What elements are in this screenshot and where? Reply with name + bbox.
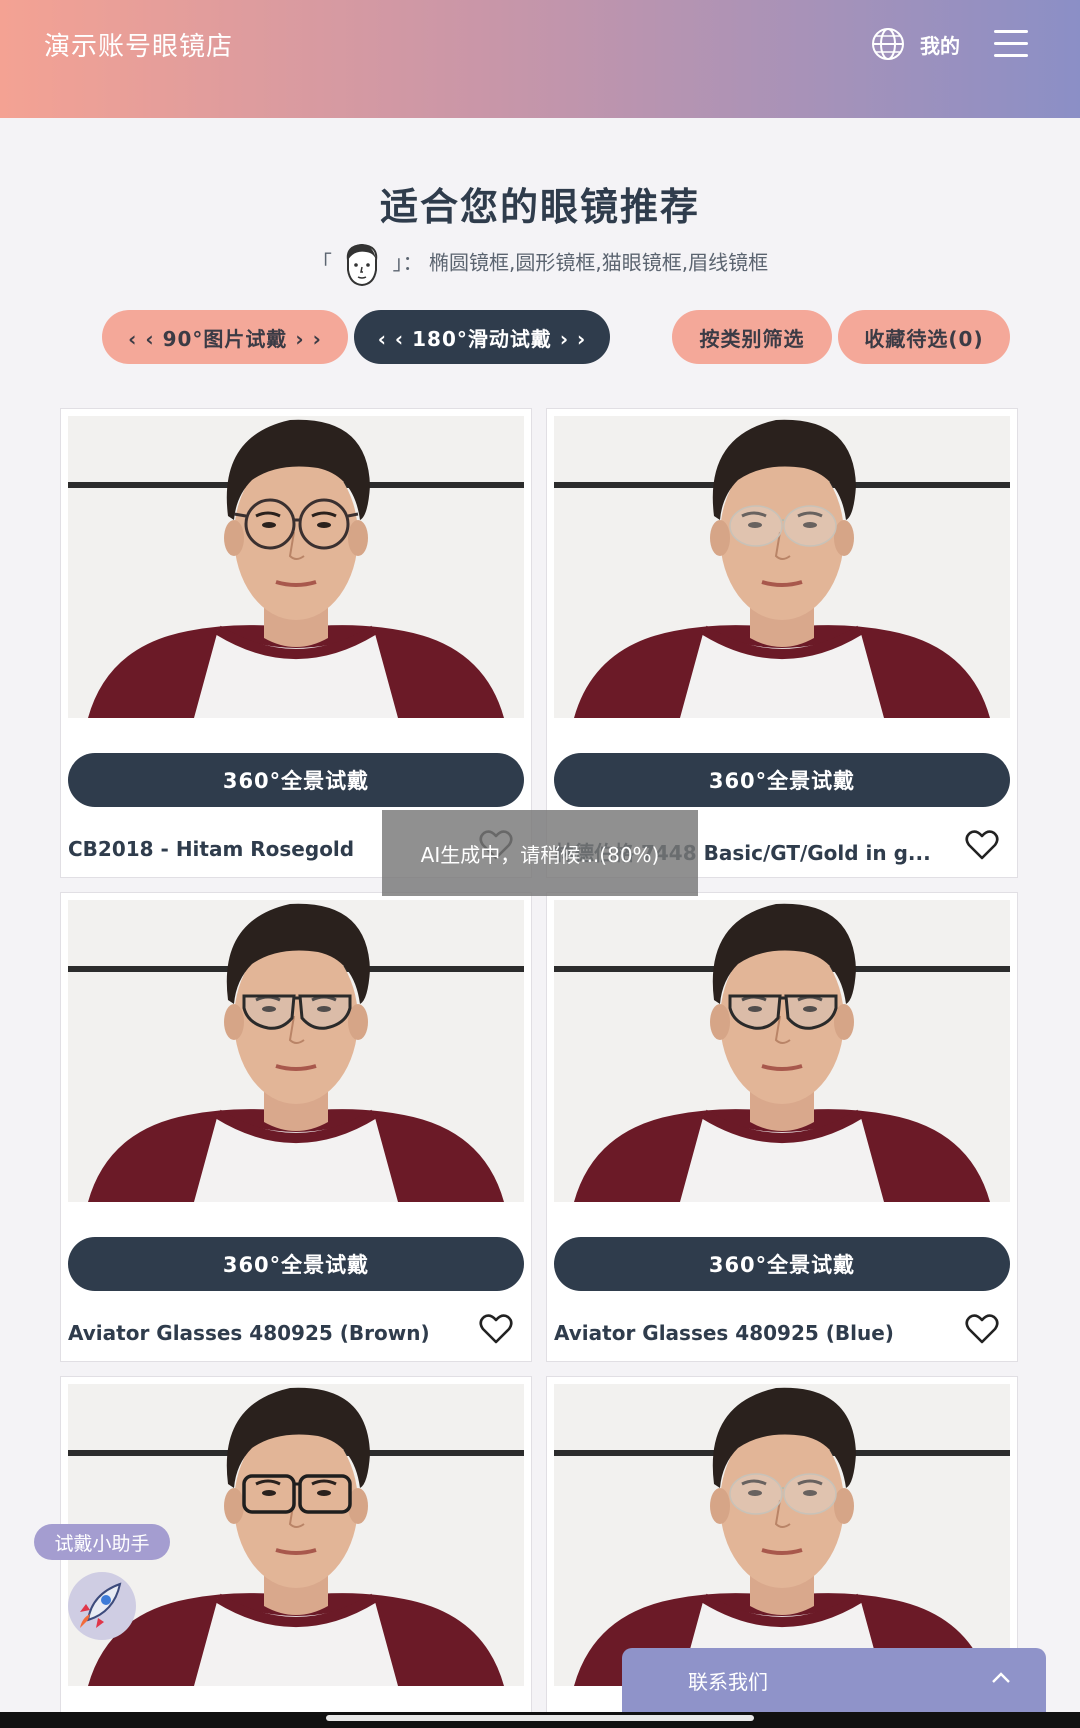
heart-icon[interactable] — [479, 1313, 513, 1345]
tryon-photo[interactable] — [554, 900, 1010, 1202]
top-header: 演示账号眼镜店 我的 — [0, 0, 1080, 118]
panorama-tryon-button[interactable]: 360°全景试戴 — [554, 1237, 1010, 1291]
tryon-photo[interactable] — [68, 416, 524, 718]
chevron-up-icon[interactable] — [990, 1670, 1012, 1686]
tryon-photo[interactable] — [68, 900, 524, 1202]
filter-category-button[interactable]: 按类别筛选 — [672, 310, 832, 364]
heart-icon[interactable] — [965, 1313, 999, 1345]
ai-progress-toast: AI生成中，请稍候...(80%) — [382, 810, 698, 896]
product-card[interactable]: 360°全景试戴 林德伯格 7448 Basic/GT/Gold in g... — [546, 408, 1018, 878]
face-shape-line: 「 」： 椭圆镜框,圆形镜框,猫眼镜框,眉线镜框 — [0, 240, 1080, 288]
bracket-close: 」： — [392, 250, 423, 275]
tryon-photo[interactable] — [554, 1384, 1010, 1686]
product-name[interactable]: Aviator Glasses 480925 (Blue) — [554, 1321, 954, 1345]
contact-us-label[interactable]: 联系我们 — [688, 1666, 768, 1695]
page-title: 适合您的眼镜推荐 — [379, 185, 700, 229]
favorites-button[interactable]: 收藏待选(0) — [838, 310, 1010, 364]
try-90-button[interactable]: ‹ ‹ 90°图片试戴 › › — [102, 310, 348, 364]
panorama-tryon-button[interactable]: 360°全景试戴 — [554, 753, 1010, 807]
frame-types-text: 椭圆镜框,圆形镜框,猫眼镜框,眉线镜框 — [429, 250, 769, 275]
face-icon — [347, 243, 378, 287]
product-card[interactable]: 360°全景试戴 Aviator Glasses 480925 (Brown) — [60, 892, 532, 1362]
home-indicator — [0, 1712, 1080, 1728]
product-name[interactable]: Aviator Glasses 480925 (Brown) — [68, 1321, 468, 1345]
try-180-button[interactable]: ‹ ‹ 180°滑动试戴 › › — [354, 310, 610, 364]
globe-icon[interactable] — [870, 26, 906, 62]
store-title[interactable]: 演示账号眼镜店 — [44, 26, 233, 63]
product-card[interactable]: 360°全景试戴 Aviator Glasses 480925 (Blue) — [546, 892, 1018, 1362]
product-card[interactable]: 360°全景试戴 CB2018 - Hitam Rosegold — [60, 408, 532, 878]
bracket-open: 「 — [311, 250, 332, 275]
menu-icon[interactable] — [994, 30, 1028, 58]
my-account-link[interactable]: 我的 — [920, 30, 960, 59]
contact-us-bar[interactable]: 联系我们 — [622, 1648, 1046, 1714]
tryon-helper-label[interactable]: 试戴小助手 — [34, 1524, 170, 1560]
heart-icon[interactable] — [965, 829, 999, 861]
rocket-icon[interactable] — [66, 1570, 138, 1642]
tryon-photo[interactable] — [554, 416, 1010, 718]
panorama-tryon-button[interactable]: 360°全景试戴 — [68, 753, 524, 807]
panorama-tryon-button[interactable]: 360°全景试戴 — [68, 1237, 524, 1291]
